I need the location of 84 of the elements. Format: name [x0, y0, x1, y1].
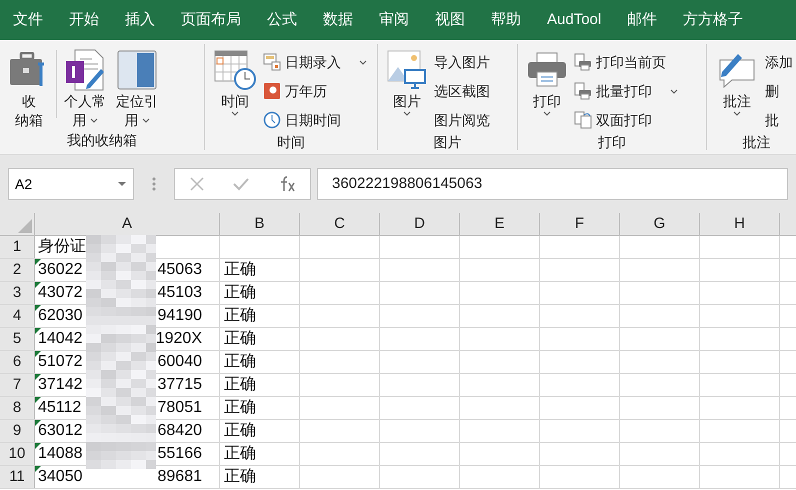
table-cell: 正确: [220, 305, 300, 327]
ribbon-small-button[interactable]: 导入图片: [434, 50, 490, 74]
calendar-grid-icon: [263, 53, 281, 71]
row-header[interactable]: 4: [0, 305, 35, 327]
row-header[interactable]: 10: [0, 443, 35, 465]
calendar-clock-icon: [214, 50, 256, 90]
ribbon-small-button[interactable]: 万年历: [263, 79, 367, 103]
column-header[interactable]: E: [460, 213, 540, 235]
column-header[interactable]: H: [700, 213, 780, 235]
ribbon-tab[interactable]: 页面布局: [168, 0, 254, 40]
formula-text: 360222198806145063: [332, 174, 482, 194]
ribbon-small-button[interactable]: 删: [765, 79, 793, 103]
ribbon-tab[interactable]: 开始: [56, 0, 112, 40]
group-label: 时间: [276, 133, 306, 152]
printer-page-icon: [574, 53, 592, 71]
table-cell: 正确: [220, 259, 300, 281]
ribbon-tab[interactable]: 视图: [422, 0, 478, 40]
ribbon-small-button[interactable]: 日期录入: [263, 50, 367, 74]
table-cell: 正确: [220, 397, 300, 419]
table-cell: 正确: [220, 328, 300, 350]
ribbon-small-button[interactable]: 打印当前页: [574, 50, 678, 74]
cancel-icon[interactable]: [190, 177, 204, 191]
duplex-pages-icon: [574, 111, 592, 129]
ribbon-tab[interactable]: 帮助: [478, 0, 534, 40]
ribbon-tab[interactable]: AudTool: [534, 0, 614, 40]
ribbon-small-button[interactable]: 添加: [765, 50, 793, 74]
ribbon-large-button[interactable]: 批注: [713, 48, 761, 132]
ribbon-large-button[interactable]: 定位引 用: [113, 48, 161, 130]
name-box[interactable]: A2: [8, 168, 134, 200]
ribbon-small-button[interactable]: 批量打印: [574, 79, 678, 103]
formula-field[interactable]: 360222198806145063: [317, 168, 788, 200]
ribbon-large-button[interactable]: 收 纳箱: [6, 48, 52, 130]
ribbon-small-button[interactable]: 图片阅览: [434, 108, 490, 132]
document-pen-icon: [65, 49, 105, 91]
select-all-icon[interactable]: [18, 219, 32, 233]
clock-icon: [263, 111, 281, 129]
row-header[interactable]: 5: [0, 328, 35, 350]
printer-icon: [527, 52, 567, 88]
ribbon-tab[interactable]: 方方格子: [670, 0, 756, 40]
ribbon-small-button[interactable]: 日期时间: [263, 108, 367, 132]
table-cell: 正确: [220, 443, 300, 465]
group-label: 图片: [432, 133, 462, 152]
ribbon-tab[interactable]: 邮件: [614, 0, 670, 40]
calendar-book-icon: [263, 82, 281, 100]
row-header[interactable]: 9: [0, 420, 35, 442]
row-header[interactable]: 2: [0, 259, 35, 281]
row-header[interactable]: 3: [0, 282, 35, 304]
check-icon[interactable]: [232, 177, 248, 191]
split-panel-icon: [117, 50, 157, 90]
cell-reference: A2: [15, 174, 32, 194]
row-header[interactable]: 7: [0, 374, 35, 396]
table-cell: 正确: [220, 466, 300, 488]
ribbon-small-button[interactable]: 选区截图: [434, 79, 490, 103]
group-label: 我的收纳箱: [66, 131, 138, 150]
grip-icon: [152, 177, 156, 191]
column-header[interactable]: G: [620, 213, 700, 235]
column-header[interactable]: C: [300, 213, 380, 235]
table-cell: 正确: [220, 420, 300, 442]
ribbon-large-button[interactable]: 打印: [524, 48, 570, 132]
ribbon-tab[interactable]: 插入: [112, 0, 168, 40]
picture-monitor-icon: [387, 50, 427, 90]
row-header[interactable]: 11: [0, 466, 35, 488]
group-label: 打印: [597, 133, 627, 152]
row-header[interactable]: 1: [0, 236, 35, 258]
group-label: 批注: [742, 133, 772, 152]
ribbon-large-button[interactable]: 个人常 用: [61, 48, 109, 130]
table-cell: 正确: [220, 374, 300, 396]
ribbon-tab[interactable]: 公式: [254, 0, 310, 40]
ribbon-tab[interactable]: 数据: [310, 0, 366, 40]
ribbon-large-button[interactable]: 图片: [384, 48, 430, 132]
column-header[interactable]: B: [220, 213, 300, 235]
column-header[interactable]: F: [540, 213, 620, 235]
ribbon-tab[interactable]: 文件: [0, 0, 56, 40]
printer-page-icon: [574, 82, 592, 100]
ribbon-small-button[interactable]: 双面打印: [574, 108, 678, 132]
dropdown-icon: [117, 181, 127, 187]
row-header[interactable]: 6: [0, 351, 35, 373]
column-header[interactable]: D: [380, 213, 460, 235]
ribbon-tab[interactable]: 审阅: [366, 0, 422, 40]
ribbon-large-button[interactable]: 时间: [211, 48, 259, 132]
table-cell: 正确: [220, 351, 300, 373]
row-header[interactable]: 8: [0, 397, 35, 419]
ribbon-small-button[interactable]: 批: [765, 108, 793, 132]
table-cell: 正确: [220, 282, 300, 304]
